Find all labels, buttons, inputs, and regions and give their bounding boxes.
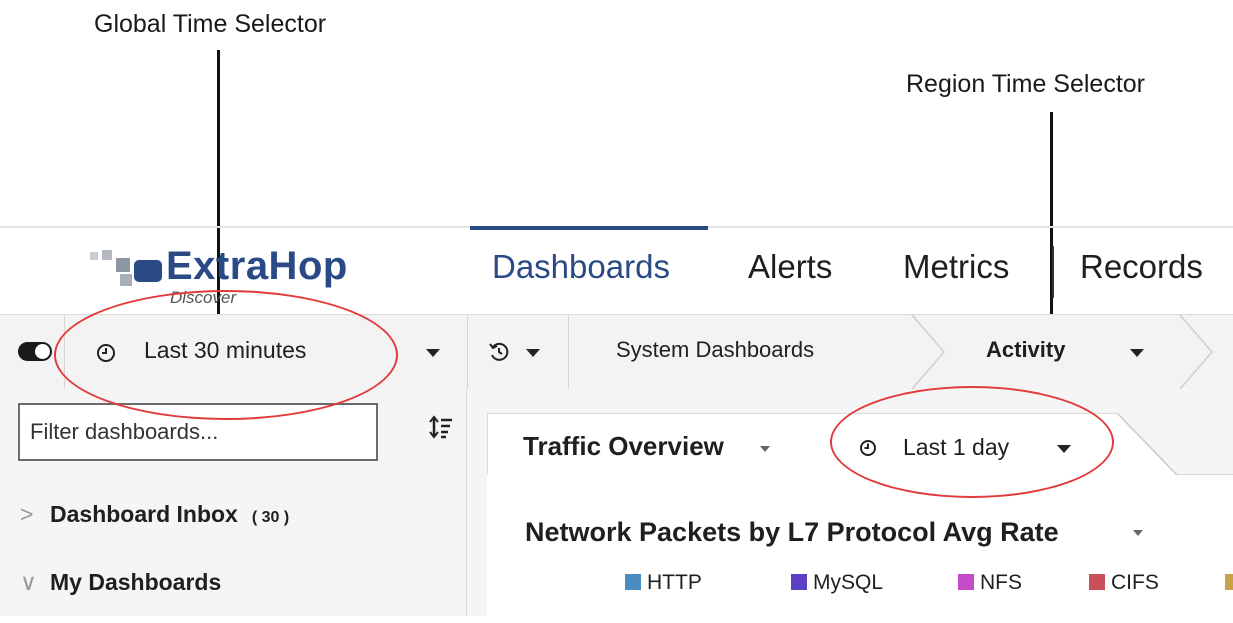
legend-item-partial[interactable] [1225, 571, 1233, 595]
legend-item-nfs[interactable]: NFS [958, 571, 1022, 595]
global-time-highlight [54, 290, 398, 420]
chevron-down-icon[interactable] [760, 446, 770, 452]
legend-label: NFS [980, 571, 1022, 594]
chevron-right-icon: > [20, 501, 34, 527]
nav-records[interactable]: Records [1080, 248, 1203, 286]
breadcrumb-activity[interactable]: Activity [986, 337, 1065, 363]
toggle-knob [35, 344, 50, 359]
nav-alerts[interactable]: Alerts [748, 248, 832, 286]
sort-icon[interactable] [428, 415, 454, 441]
my-dashboards-label: My Dashboards [50, 569, 222, 595]
region-title[interactable]: Traffic Overview [523, 431, 724, 462]
chevron-down-icon [526, 349, 540, 357]
region-time-highlight [830, 386, 1114, 498]
dashboard-inbox-label: Dashboard Inbox [50, 501, 238, 527]
dashboard-inbox-count: ( 30 ) [251, 509, 290, 526]
my-dashboards-item[interactable]: ∨ My Dashboards [20, 569, 221, 596]
history-icon [489, 342, 509, 361]
sidebar: > Dashboard Inbox ( 30 ) ∨ My Dashboards [0, 389, 466, 616]
legend-label: MySQL [813, 571, 884, 594]
legend-label: HTTP [647, 571, 702, 594]
legend-swatch [1225, 574, 1233, 590]
legend-swatch [1089, 574, 1105, 590]
legend-swatch [791, 574, 807, 590]
nav-separator [1052, 246, 1054, 298]
widget-title[interactable]: Network Packets by L7 Protocol Avg Rate [525, 517, 1059, 548]
breadcrumb-separator-icon [911, 315, 945, 389]
active-tab-indicator [470, 226, 708, 230]
legend-item-cifs[interactable]: CIFS [1089, 571, 1159, 595]
legend-item-http[interactable]: HTTP [625, 571, 702, 595]
chevron-down-icon[interactable] [1130, 349, 1144, 357]
logo-brand[interactable]: ExtraHop [166, 244, 348, 289]
nav-dashboards[interactable]: Dashboards [492, 248, 670, 286]
breadcrumb-separator-icon [1179, 315, 1213, 389]
chevron-down-icon [426, 349, 440, 357]
toolbar-divider [568, 315, 569, 389]
legend-item-mysql[interactable]: MySQL [791, 571, 883, 595]
region-time-selector-callout: Region Time Selector [906, 70, 1146, 98]
legend-label: CIFS [1111, 571, 1159, 594]
sidebar-toggle[interactable] [18, 342, 52, 361]
global-time-selector-callout: Global Time Selector [94, 10, 327, 38]
legend-swatch [958, 574, 974, 590]
chevron-down-icon[interactable] [1133, 530, 1143, 536]
nav-metrics[interactable]: Metrics [903, 248, 1009, 286]
legend-swatch [625, 574, 641, 590]
extrahop-logo-icon [90, 250, 162, 286]
breadcrumb-system-dashboards[interactable]: System Dashboards [616, 337, 814, 363]
dashboard-inbox-item[interactable]: > Dashboard Inbox ( 30 ) [20, 501, 289, 528]
history-button[interactable] [468, 315, 568, 389]
chevron-down-icon: ∨ [20, 569, 37, 595]
